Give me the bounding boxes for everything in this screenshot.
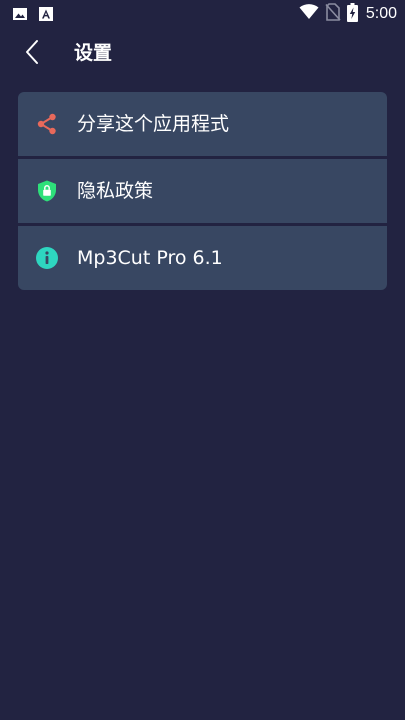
app-version-label: Mp3Cut Pro 6.1 xyxy=(77,247,223,269)
back-button[interactable] xyxy=(16,38,48,70)
app-bar: 设置 xyxy=(0,28,405,80)
settings-list: 分享这个应用程式 隐私政策 Mp3Cut Pro 6.1 xyxy=(18,92,387,290)
no-sim-icon xyxy=(325,3,341,25)
status-time: 5:00 xyxy=(365,5,397,22)
battery-charging-icon xyxy=(346,2,358,26)
info-icon xyxy=(35,246,59,270)
wifi-icon xyxy=(299,4,319,24)
app-version-item[interactable]: Mp3Cut Pro 6.1 xyxy=(18,226,387,290)
font-icon xyxy=(38,6,54,26)
share-icon xyxy=(35,112,59,136)
page-title: 设置 xyxy=(74,42,113,64)
status-bar: 5:00 xyxy=(0,0,405,28)
privacy-policy-label: 隐私政策 xyxy=(77,180,154,202)
share-app-label: 分享这个应用程式 xyxy=(77,113,230,135)
privacy-policy-item[interactable]: 隐私政策 xyxy=(18,159,387,223)
share-app-item[interactable]: 分享这个应用程式 xyxy=(18,92,387,156)
shield-lock-icon xyxy=(35,179,59,203)
chevron-left-icon xyxy=(25,39,39,69)
image-icon xyxy=(12,6,28,26)
